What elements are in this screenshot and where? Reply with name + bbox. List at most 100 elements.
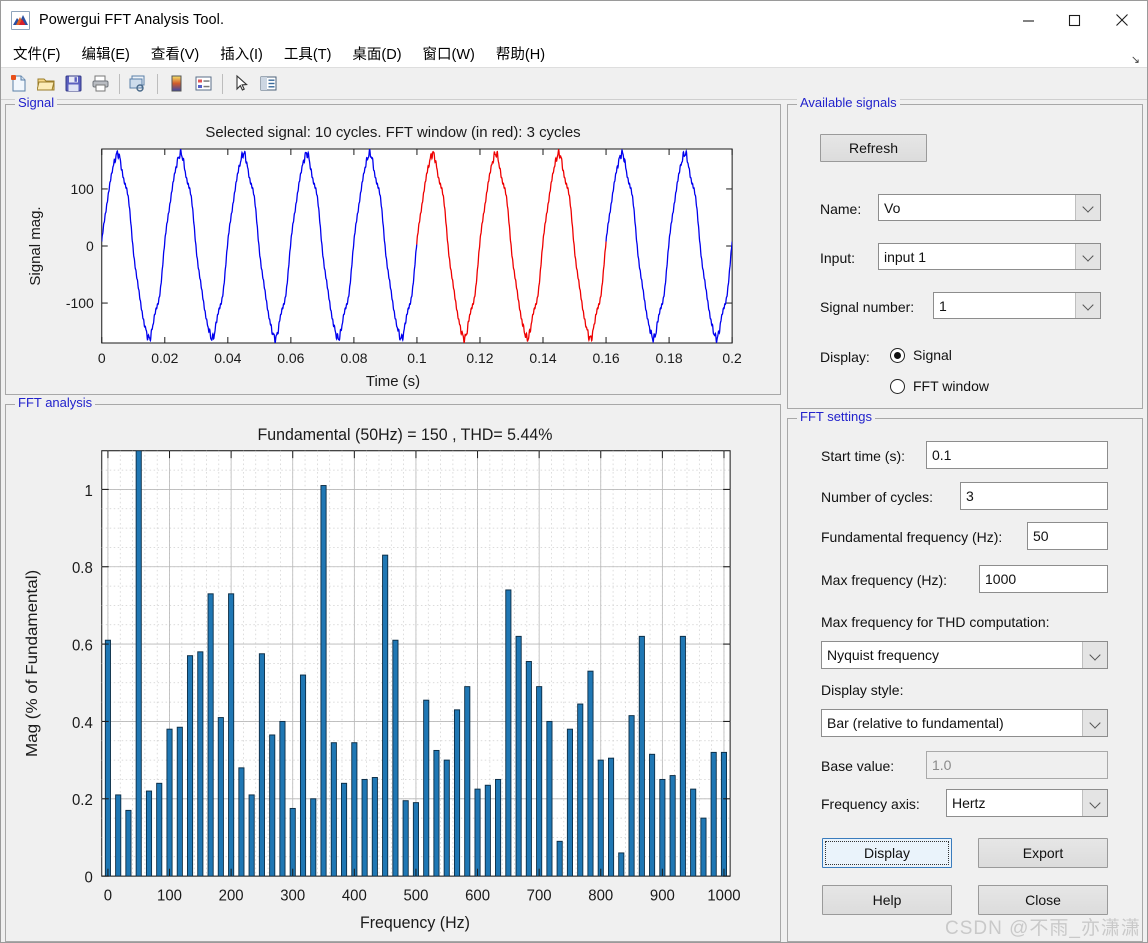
menu-item-help[interactable]: 帮助(H) — [487, 41, 554, 66]
fundamental-frequency-input[interactable]: 50 — [1027, 522, 1108, 550]
signal-ytick-1: 0 — [86, 238, 94, 254]
base-value-input: 1.0 — [926, 751, 1108, 779]
radio-fft-window-icon[interactable] — [890, 378, 905, 394]
signal-number-chevron-down-icon[interactable] — [1075, 293, 1100, 318]
display-label: Display: — [820, 349, 870, 365]
menu-item-tools[interactable]: 工具(T) — [275, 41, 341, 66]
open-file-icon — [37, 78, 55, 91]
new-figure-button[interactable] — [6, 70, 33, 97]
max-frequency-input[interactable]: 1000 — [979, 565, 1108, 593]
close-button[interactable] — [1097, 1, 1147, 39]
signal-ylabel: Signal mag. — [27, 206, 44, 285]
thd-max-frequency-value: Nyquist frequency — [827, 647, 940, 663]
colorbar-button[interactable] — [163, 70, 190, 97]
fft-bar — [628, 715, 635, 877]
maximize-button[interactable] — [1051, 1, 1097, 39]
menu-item-file[interactable]: 文件(F) — [4, 41, 70, 66]
refresh-button[interactable]: Refresh — [820, 134, 927, 162]
frequency-axis-combobox[interactable]: Hertz — [946, 789, 1108, 817]
display-button[interactable]: Display — [822, 838, 952, 868]
menu-overflow-icon[interactable]: ↘ — [1131, 53, 1140, 66]
fft-bar — [505, 589, 512, 877]
export-button[interactable]: Export — [978, 838, 1108, 868]
radio-signal-icon[interactable] — [890, 347, 905, 363]
print-figure-button[interactable] — [87, 70, 114, 97]
fft-ytick-1: 0.2 — [72, 792, 93, 810]
fft-bar — [207, 593, 214, 877]
menu-label-view: 查看(V) — [150, 46, 200, 63]
fft-bar — [392, 639, 399, 877]
menu-item-desktop[interactable]: 桌面(D) — [343, 41, 410, 66]
fft-ytick-0: 0 — [84, 869, 92, 887]
fft-xtick-9: 900 — [650, 887, 675, 905]
print-figure-icon — [92, 75, 109, 92]
display-button-label: Display — [864, 845, 910, 861]
fft-bar — [710, 751, 717, 877]
tool-bar — [1, 68, 1147, 100]
menu-label-edit: 编辑(E) — [81, 46, 130, 63]
thd-chevron-down-icon[interactable] — [1082, 642, 1107, 668]
frequency-axis-chevron-down-icon[interactable] — [1082, 790, 1107, 816]
input-chevron-down-icon[interactable] — [1075, 244, 1100, 269]
signal-number-combobox[interactable]: 1 — [933, 292, 1101, 319]
fft-bar-plot[interactable]: Fundamental (50Hz) = 150 , THD= 5.44% 00… — [6, 405, 780, 941]
max-frequency-value: 1000 — [985, 571, 1017, 587]
signal-plot[interactable]: Selected signal: 10 cycles. FFT window (… — [6, 105, 780, 394]
signal-number-value: 1 — [939, 297, 947, 314]
fundamental-frequency-label: Fundamental frequency (Hz): — [821, 529, 1003, 545]
start-time-input[interactable]: 0.1 — [926, 441, 1108, 469]
toolbar-separator-1 — [119, 73, 120, 94]
plot-browser-icon — [260, 76, 277, 91]
display-option-signal[interactable]: Signal — [890, 347, 952, 363]
display-style-combobox[interactable]: Bar (relative to fundamental) — [821, 709, 1108, 737]
number-of-cycles-value: 3 — [966, 488, 974, 504]
start-time-value: 0.1 — [932, 447, 952, 463]
name-label: Name: — [820, 201, 862, 217]
menu-item-edit[interactable]: 编辑(E) — [73, 41, 139, 66]
display-option-fft-window-label: FFT window — [913, 378, 989, 394]
fft-bar — [700, 817, 707, 877]
menu-item-window[interactable]: 窗口(W) — [414, 41, 484, 66]
display-style-chevron-down-icon[interactable] — [1082, 710, 1107, 736]
fft-xtick-7: 700 — [527, 887, 552, 905]
close-icon — [1116, 14, 1128, 26]
fft-bar — [135, 450, 142, 877]
fft-bar — [474, 788, 481, 877]
legend-button[interactable] — [190, 70, 217, 97]
fft-bar — [320, 485, 327, 877]
help-button[interactable]: Help — [822, 885, 952, 915]
fft-analysis-panel: FFT analysis Fundamental (50Hz) = 150 , … — [5, 396, 781, 942]
display-option-fft-window[interactable]: FFT window — [890, 378, 989, 394]
signal-xtick-7: 0.14 — [529, 350, 556, 366]
number-of-cycles-input[interactable]: 3 — [960, 482, 1108, 510]
fft-bar — [238, 767, 245, 877]
plot-browser-button[interactable] — [255, 70, 282, 97]
menu-item-insert[interactable]: 插入(I) — [211, 41, 272, 66]
fft-bar — [443, 759, 450, 877]
fft-bar — [669, 775, 676, 877]
name-chevron-down-icon[interactable] — [1075, 195, 1100, 220]
main-content: Signal Selected signal: 10 cycles. FFT w… — [1, 96, 1147, 942]
thd-max-frequency-label: Max frequency for THD computation: — [821, 614, 1050, 630]
fft-bar — [423, 699, 430, 877]
maximize-icon — [1068, 14, 1080, 26]
base-value-value: 1.0 — [932, 757, 952, 773]
thd-max-frequency-combobox[interactable]: Nyquist frequency — [821, 641, 1108, 669]
link-plot-button[interactable] — [125, 70, 152, 97]
name-value: Vo — [884, 199, 901, 216]
menu-item-view[interactable]: 查看(V) — [142, 41, 208, 66]
save-figure-button[interactable] — [60, 70, 87, 97]
pointer-button[interactable] — [228, 70, 255, 97]
signal-number-label: Signal number: — [820, 299, 915, 315]
display-style-label: Display style: — [821, 682, 904, 698]
open-file-button[interactable] — [33, 70, 60, 97]
fft-bar — [566, 728, 573, 877]
minimize-button[interactable] — [1005, 1, 1051, 39]
fft-bar — [115, 794, 122, 877]
fft-xtick-6: 600 — [465, 887, 490, 905]
close-panel-button[interactable]: Close — [978, 885, 1108, 915]
input-combobox[interactable]: input 1 — [878, 243, 1101, 270]
signal-plot-title: Selected signal: 10 cycles. FFT window (… — [205, 124, 580, 141]
menu-label-insert: 插入(I) — [220, 46, 263, 63]
name-combobox[interactable]: Vo — [878, 194, 1101, 221]
